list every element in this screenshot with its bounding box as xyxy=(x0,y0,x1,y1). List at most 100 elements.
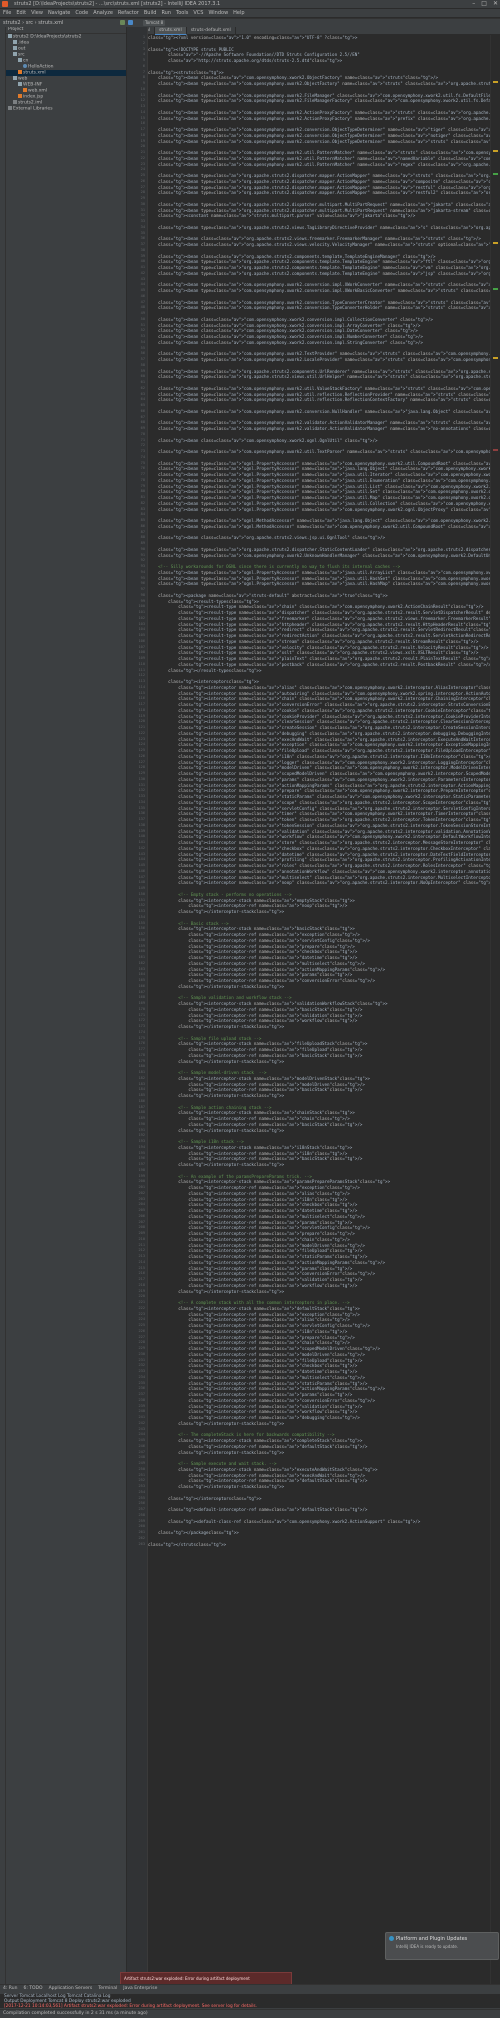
code-editor[interactable]: class="tg"><?xml version=class="av">"1.0… xyxy=(148,35,490,1984)
menu-item-navigate[interactable]: Navigate xyxy=(48,9,70,17)
run-configuration-select[interactable]: Tomcat 8 xyxy=(143,20,166,26)
line-number: 30 xyxy=(140,201,145,206)
line-number: 35 xyxy=(140,230,145,235)
line-number: 232 xyxy=(138,1363,146,1368)
line-number: 122 xyxy=(138,730,146,735)
editor-scrollbar[interactable] xyxy=(490,35,500,1984)
line-number: 18 xyxy=(140,132,145,137)
line-number: 196 xyxy=(138,1156,146,1161)
tree-node-label: .idea xyxy=(18,40,30,46)
update-notification[interactable]: Platform and Plugin Updates IntelliJ IDE… xyxy=(385,1932,499,1960)
code-line: class="tg"><bean type=class="av">"com.op… xyxy=(158,408,490,414)
line-number: 254 xyxy=(138,1489,146,1494)
close-icon[interactable]: ✕ xyxy=(493,0,498,8)
line-number: 83 xyxy=(140,506,145,511)
line-number: 199 xyxy=(138,1173,146,1178)
run-config-icon[interactable] xyxy=(128,20,133,25)
scroll-marker xyxy=(493,81,498,83)
line-number: 135 xyxy=(138,805,146,810)
line-number: 216 xyxy=(138,1271,146,1276)
menu-item-edit[interactable]: Edit xyxy=(16,9,26,17)
toolbar xyxy=(120,20,133,25)
line-number: 117 xyxy=(138,702,146,706)
line-number: 246 xyxy=(138,1443,146,1448)
menu-item-view[interactable]: View xyxy=(31,9,43,17)
window-controls: – □ ✕ xyxy=(472,0,498,8)
tool-tab-2[interactable]: Application Servers xyxy=(49,1986,93,1991)
tab-struts-default-xml[interactable]: struts-default.xml xyxy=(187,27,236,34)
tree-node[interactable]: External Libraries xyxy=(6,106,126,112)
line-number: 77 xyxy=(140,472,145,476)
line-number: 206 xyxy=(138,1213,146,1218)
breadcrumb[interactable]: struts2 › src › struts.xml xyxy=(3,20,63,26)
line-number: 211 xyxy=(138,1242,146,1247)
menu-item-file[interactable]: File xyxy=(3,9,11,17)
line-number: 236 xyxy=(138,1386,146,1391)
line-number: 81 xyxy=(140,495,145,499)
code-line: class="tg"><bean type=class="av">"com.op… xyxy=(158,385,490,391)
menu-item-code[interactable]: Code xyxy=(75,9,88,17)
code-line: class="tg"><bean type=class="av">"org.ap… xyxy=(158,190,490,196)
line-number: 198 xyxy=(138,1167,146,1172)
code-line: class="tg"><interceptor name=class="av">… xyxy=(178,880,490,886)
line-number: 186 xyxy=(138,1098,146,1103)
menu-item-build[interactable]: Build xyxy=(144,9,157,17)
line-number: 88 xyxy=(140,535,145,540)
line-number: 193 xyxy=(138,1139,146,1143)
code-line: class="tg"><bean type=class="av">"com.op… xyxy=(158,161,490,167)
line-number: 109 xyxy=(138,656,146,660)
menu-item-run[interactable]: Run xyxy=(161,9,171,17)
line-number: 258 xyxy=(138,1512,146,1517)
line-number: 214 xyxy=(138,1259,146,1264)
menu-item-window[interactable]: Window xyxy=(208,9,228,17)
code-line: class="tg"><bean type=class="av">"org.ap… xyxy=(158,270,490,276)
tool-tab-0[interactable]: 4: Run xyxy=(3,1986,17,1991)
line-number: 169 xyxy=(138,1001,146,1005)
line-number: 155 xyxy=(138,920,146,925)
line-number: 178 xyxy=(138,1052,146,1057)
bottom-panel: 4: Run 6: TODO Application Servers Terminal… xyxy=(0,1984,500,2018)
maximize-icon[interactable]: □ xyxy=(481,0,487,8)
tool-tab-4[interactable]: Java Enterprise xyxy=(123,1986,157,1991)
line-number: 52 xyxy=(140,328,145,333)
code-line: class="tg"><bean type=class="av">"com.op… xyxy=(158,115,490,121)
line-number: 127 xyxy=(138,759,146,764)
line-number: 90 xyxy=(140,546,145,551)
line-number: 220 xyxy=(138,1294,146,1299)
line-number: 50 xyxy=(140,316,145,321)
line-number: 180 xyxy=(138,1064,146,1069)
line-number: 165 xyxy=(138,978,146,982)
line-number: 113 xyxy=(138,679,146,683)
menu-item-help[interactable]: Help xyxy=(233,9,244,17)
line-number: 154 xyxy=(138,914,146,919)
project-panel-header[interactable]: Project xyxy=(6,27,126,34)
menu-item-tools[interactable]: Tools xyxy=(176,9,188,17)
line-number: 203 xyxy=(138,1196,146,1201)
project-panel: Project struts2 D:\IdeaProjects\struts2.… xyxy=(6,27,126,1984)
line-number: 92 xyxy=(140,558,145,563)
menu-item-vcs[interactable]: VCS xyxy=(193,9,203,17)
line-number: 252 xyxy=(138,1478,146,1483)
line-number: 78 xyxy=(140,477,145,482)
minimize-icon[interactable]: – xyxy=(472,0,475,8)
line-number: 157 xyxy=(138,932,146,936)
menu-item-refactor[interactable]: Refactor xyxy=(118,9,139,17)
line-number: 248 xyxy=(138,1455,146,1460)
menu-bar: File Edit View Navigate Code Analyze Refactor B… xyxy=(0,9,500,17)
code-line: class="tg"><bean type=class="av">"org.ap… xyxy=(158,374,490,380)
line-number: 134 xyxy=(138,799,146,804)
tab-struts-xml[interactable]: struts.xml xyxy=(155,27,187,35)
line-number: 159 xyxy=(138,943,146,948)
notification-body[interactable]: IntelliJ IDEA is ready to update. xyxy=(396,1944,458,1949)
build-icon[interactable] xyxy=(120,20,125,25)
tool-tab-1[interactable]: 6: TODO xyxy=(23,1986,42,1991)
tree-node-label: web xyxy=(18,76,28,82)
project-tree: struts2 D:\IdeaProjects\struts2 .idea out s… xyxy=(6,34,126,112)
lib-icon xyxy=(8,106,12,110)
code-line: class="tg"><bean type=class="av">"org.ap… xyxy=(158,546,490,552)
line-number: 189 xyxy=(138,1116,146,1120)
menu-item-analyze[interactable]: Analyze xyxy=(93,9,113,17)
code-lines: class="tg"><?xml version=class="av">"1.0… xyxy=(148,35,490,1547)
tree-node-label: src xyxy=(18,52,25,58)
tool-tab-3[interactable]: Terminal xyxy=(98,1986,117,1991)
